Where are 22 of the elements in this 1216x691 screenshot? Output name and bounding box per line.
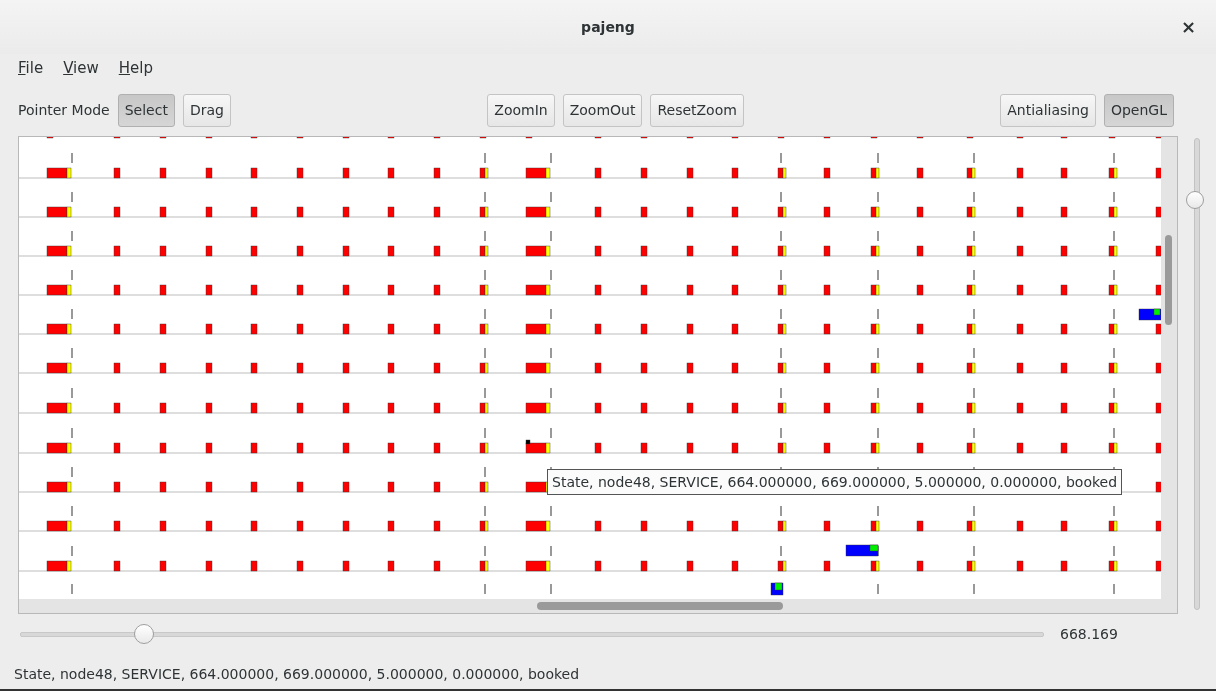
horizontal-scrollbar[interactable] [19,599,1177,613]
zoom-button[interactable]: ResetZoom [650,93,744,127]
zoom-button[interactable]: ZoomOut [562,93,643,127]
toggle-button[interactable]: OpenGL [1103,93,1174,127]
tooltip: State, node48, SERVICE, 664.000000, 669.000000, 5.000000, 0.000000, booked [547,469,1123,495]
close-button[interactable]: × [1176,16,1200,37]
slider-thumb[interactable] [1186,191,1204,209]
time-reading: 668.169 [1060,626,1118,642]
menu-item[interactable]: Help [112,59,159,77]
zoom-button[interactable]: ZoomIn [487,93,555,127]
menu-item[interactable]: View [57,59,105,77]
pointer-mode-label: Pointer Mode [18,102,110,118]
scrollbar-thumb[interactable] [1165,235,1172,325]
menu-item[interactable]: File [12,59,50,77]
pointer-mode-button[interactable]: Drag [182,93,231,127]
pointer-mode-button[interactable]: Select [117,93,175,127]
scrollbar-thumb[interactable] [537,602,783,610]
vertical-scrollbar[interactable] [1161,137,1177,599]
window-title: pajeng [581,19,635,35]
status-text: State, node48, SERVICE, 664.000000, 669.000000, 5.000000, 0.000000, booked [14,666,580,682]
slider-thumb[interactable] [133,623,154,644]
toggle-button[interactable]: Antialiasing [1000,93,1096,127]
